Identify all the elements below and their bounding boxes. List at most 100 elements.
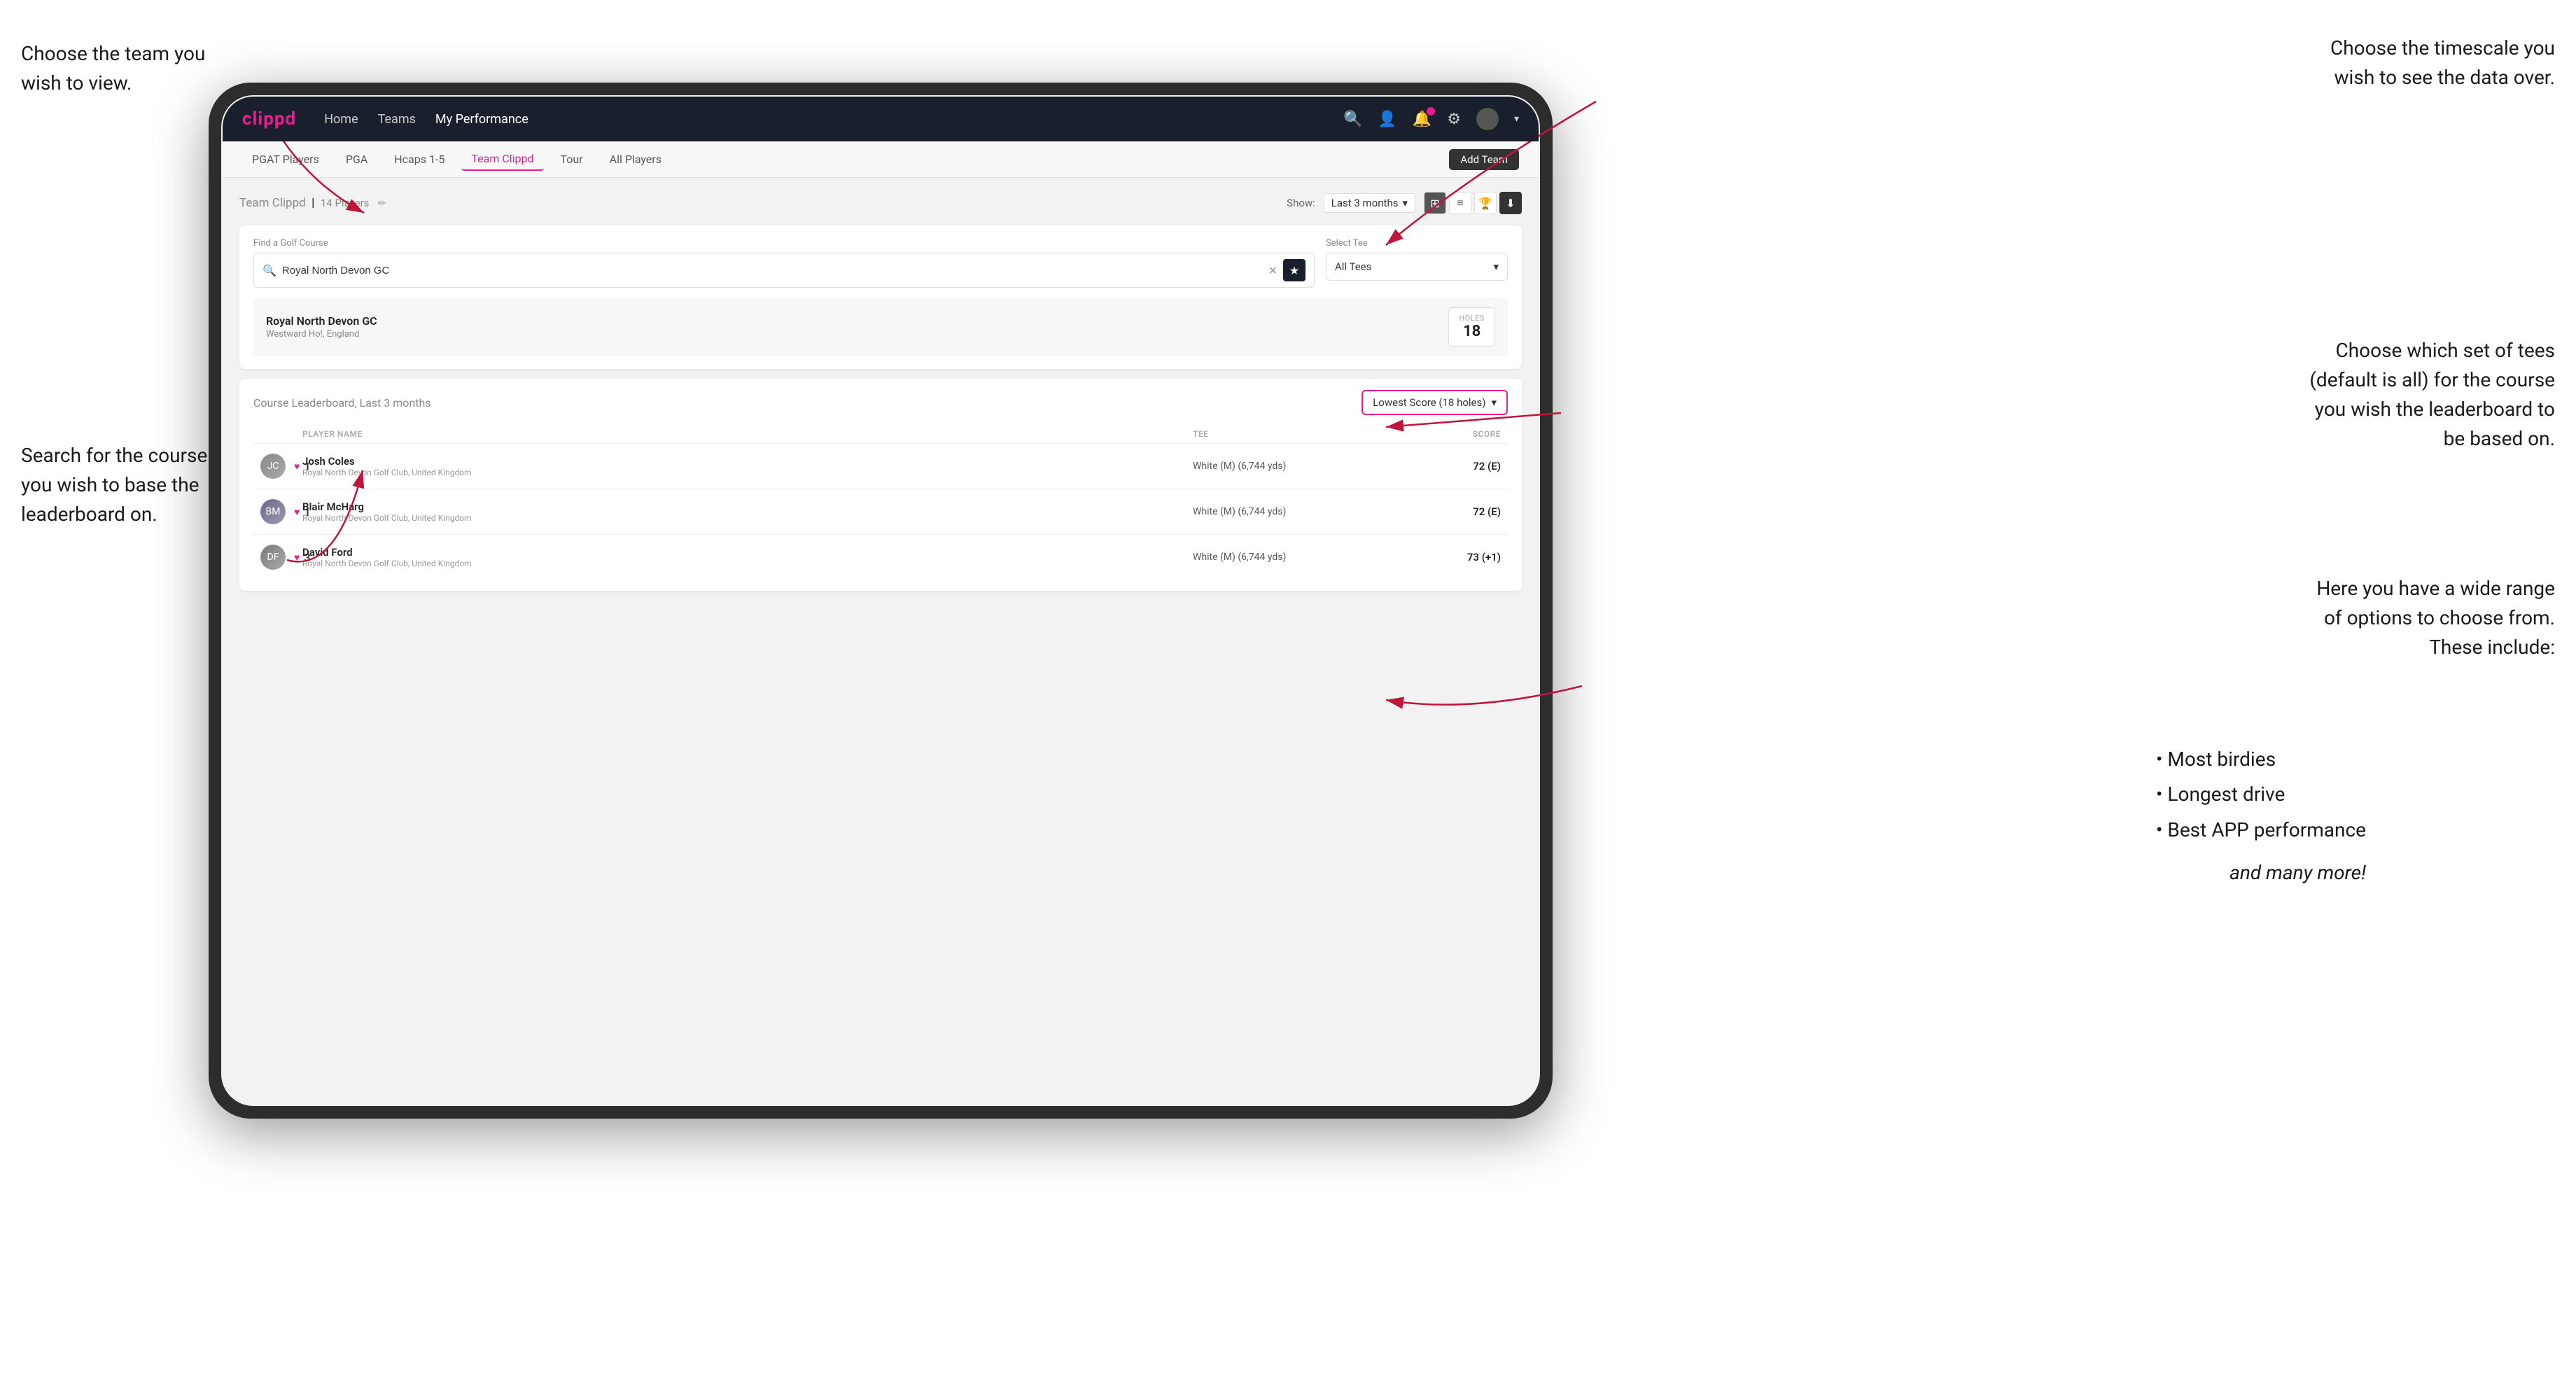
nav-teams[interactable]: Teams	[378, 112, 416, 127]
holes-number: 18	[1459, 323, 1485, 340]
avatar-chevron: ▾	[1514, 113, 1519, 125]
select-tee-label: Select Tee	[1326, 238, 1508, 248]
select-tee-col: Select Tee All Tees ▾	[1326, 238, 1508, 281]
leaderboard-header: Course Leaderboard, Last 3 months Lowest…	[253, 390, 1508, 415]
nav-links: Home Teams My Performance	[324, 112, 1343, 127]
settings-icon[interactable]: ⚙	[1447, 111, 1461, 128]
player-info-cell: Blair McHarg Royal North Devon Golf Club…	[302, 500, 1193, 523]
course-location: Westward Ho!, England	[266, 329, 377, 340]
list-item: Longest drive	[2156, 777, 2366, 812]
player-name: Josh Coles	[302, 455, 472, 468]
sub-nav-all-players[interactable]: All Players	[600, 148, 671, 170]
player-club: Royal North Devon Golf Club, United King…	[302, 559, 472, 568]
annotation-tees: Choose which set of tees (default is all…	[2309, 336, 2555, 454]
course-search-input[interactable]	[282, 265, 1263, 276]
tee-col-header: TEE	[1193, 429, 1389, 439]
course-name: Royal North Devon GC	[266, 314, 377, 328]
annotation-and-more: and many more!	[2230, 861, 2366, 884]
tee-cell: White (M) (6,744 yds)	[1193, 552, 1389, 563]
download-button[interactable]: ⬇	[1499, 192, 1522, 214]
list-item: Best APP performance	[2156, 813, 2366, 848]
leaderboard-title: Course Leaderboard, Last 3 months	[253, 396, 431, 410]
leaderboard-panel: Course Leaderboard, Last 3 months Lowest…	[239, 379, 1522, 591]
player-name: David Ford	[302, 546, 472, 559]
grid-view-button[interactable]: ⊞	[1424, 192, 1446, 214]
heart-icon: ♥	[294, 506, 300, 518]
holes-badge: Holes 18	[1448, 307, 1495, 346]
score-col-header: SCORE	[1389, 429, 1501, 439]
show-label: Show:	[1287, 197, 1315, 209]
sub-nav-pgat[interactable]: PGAT Players	[242, 148, 329, 170]
sub-nav-tour[interactable]: Tour	[551, 148, 593, 170]
tee-cell: White (M) (6,744 yds)	[1193, 461, 1389, 472]
avatar: BM	[260, 499, 286, 524]
ipad-device: clippd Home Teams My Performance 🔍 👤 🔔 ⚙…	[209, 83, 1553, 1119]
player-club: Royal North Devon Golf Club, United King…	[302, 468, 472, 477]
chevron-down-icon: ▾	[1493, 260, 1499, 273]
sub-nav: PGAT Players PGA Hcaps 1-5 Team Clippd T…	[223, 141, 1539, 178]
score-cell: 72 (E)	[1389, 505, 1501, 518]
annotation-choose-team: Choose the team you wish to view.	[21, 39, 205, 98]
score-cell: 73 (+1)	[1389, 551, 1501, 564]
ipad-inner: clippd Home Teams My Performance 🔍 👤 🔔 ⚙…	[221, 95, 1540, 1106]
edit-icon[interactable]: ✏	[378, 198, 386, 209]
list-item: Most birdies	[2156, 742, 2366, 777]
tee-cell: White (M) (6,744 yds)	[1193, 506, 1389, 517]
score-cell: 72 (E)	[1389, 460, 1501, 472]
player-club: Royal North Devon Golf Club, United King…	[302, 513, 472, 523]
trophy-view-button[interactable]: 🏆	[1474, 192, 1497, 214]
list-view-button[interactable]: ≡	[1449, 192, 1471, 214]
score-type-dropdown[interactable]: Lowest Score (18 holes) ▾	[1362, 390, 1508, 415]
view-icons-group: ⊞ ≡ 🏆 ⬇	[1424, 192, 1522, 214]
player-info-cell: David Ford Royal North Devon Golf Club, …	[302, 546, 1193, 568]
rank-col-header	[260, 429, 302, 439]
course-search-input-wrap: 🔍 ✕ ★	[253, 253, 1315, 288]
notifications-icon[interactable]: 🔔	[1413, 111, 1432, 128]
annotation-search-course: Search for the course you wish to base t…	[21, 441, 207, 529]
sub-nav-team-clippd[interactable]: Team Clippd	[461, 148, 543, 171]
tee-selector-dropdown[interactable]: All Tees ▾	[1326, 253, 1508, 281]
nav-home[interactable]: Home	[324, 112, 358, 127]
star-button[interactable]: ★	[1283, 259, 1306, 281]
avatar: JC	[260, 454, 286, 479]
profile-icon[interactable]: 👤	[1378, 111, 1396, 128]
heart-icon: ♥	[294, 461, 300, 472]
sub-nav-pga[interactable]: PGA	[336, 148, 377, 170]
notification-badge	[1427, 107, 1435, 115]
main-content: Team Clippd | 14 Players ✏ Show: Last 3 …	[223, 178, 1539, 1105]
annotation-timescale: Choose the timescale you wish to see the…	[2330, 34, 2555, 92]
sub-nav-hcaps[interactable]: Hcaps 1-5	[384, 148, 454, 170]
team-header-row: Team Clippd | 14 Players ✏ Show: Last 3 …	[239, 192, 1522, 214]
table-row: JC ♥ 1 Josh Coles Royal North Devon Golf…	[253, 444, 1508, 489]
chevron-down-icon: ▾	[1491, 396, 1497, 409]
table-row: DF ♥ 3 David Ford Royal North Devon Golf…	[253, 535, 1508, 580]
ipad-screen: clippd Home Teams My Performance 🔍 👤 🔔 ⚙…	[223, 97, 1539, 1105]
team-controls: Show: Last 3 months ▾ ⊞ ≡ 🏆 ⬇	[1287, 192, 1522, 214]
player-info-cell: Josh Coles Royal North Devon Golf Club, …	[302, 455, 1193, 477]
search-icon: 🔍	[262, 264, 276, 277]
holes-label: Holes	[1459, 314, 1485, 323]
add-team-button[interactable]: Add Team	[1449, 149, 1519, 170]
course-info: Royal North Devon GC Westward Ho!, Engla…	[266, 314, 377, 340]
time-filter-dropdown[interactable]: Last 3 months ▾	[1324, 193, 1415, 213]
player-col-header: PLAYER NAME	[302, 429, 1193, 439]
rank-cell: DF ♥ 3	[260, 545, 302, 570]
heart-icon: ♥	[294, 552, 300, 564]
nav-icons: 🔍 👤 🔔 ⚙ ▾	[1343, 108, 1519, 130]
team-title-group: Team Clippd | 14 Players ✏	[239, 196, 386, 210]
avatar: DF	[260, 545, 286, 570]
search-icon[interactable]: 🔍	[1343, 111, 1362, 128]
chevron-down-icon: ▾	[1402, 197, 1408, 209]
avatar[interactable]	[1476, 108, 1499, 130]
app-logo: clippd	[242, 108, 296, 130]
player-name: Blair McHarg	[302, 500, 472, 513]
search-row: Find a Golf Course 🔍 ✕ ★ Select Tee	[253, 238, 1508, 288]
find-course-col: Find a Golf Course 🔍 ✕ ★	[253, 238, 1315, 288]
leaderboard-table-header: PLAYER NAME TEE SCORE	[253, 425, 1508, 444]
find-course-label: Find a Golf Course	[253, 238, 1315, 248]
nav-my-performance[interactable]: My Performance	[435, 112, 528, 127]
rank-cell: BM ♥ 1	[260, 499, 302, 524]
clear-search-icon[interactable]: ✕	[1268, 264, 1278, 277]
rank-cell: JC ♥ 1	[260, 454, 302, 479]
table-row: BM ♥ 1 Blair McHarg Royal North Devon Go…	[253, 489, 1508, 535]
